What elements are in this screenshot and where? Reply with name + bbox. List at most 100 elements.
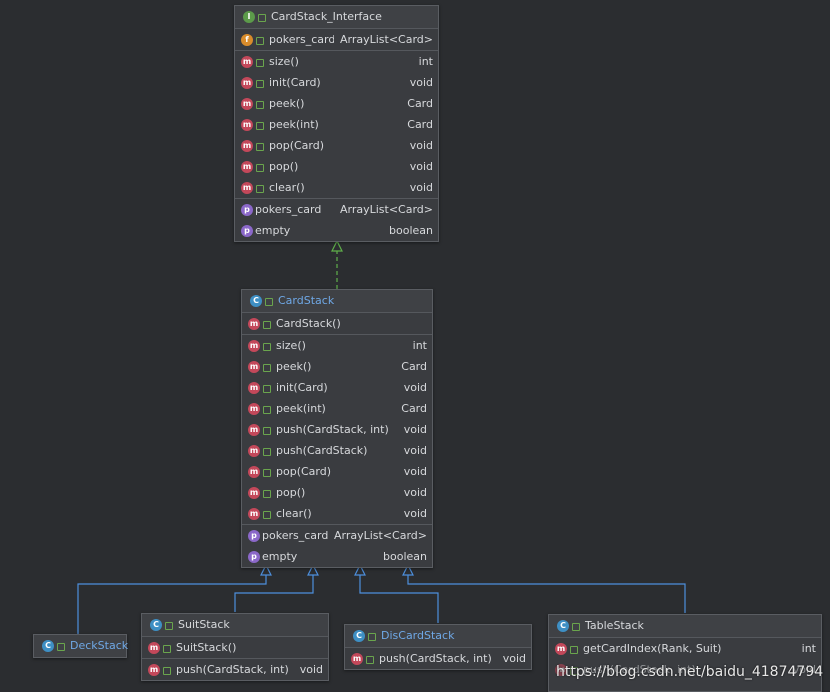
public-visibility-icon [256,100,264,109]
class-icon: C [557,620,569,632]
method-row[interactable]: m push(CardStack, int) void [142,659,328,680]
field-row[interactable]: f pokers_card ArrayList<Card> [235,29,438,50]
inheritance-arrow-suitstack [234,563,319,612]
method-icon: m [241,181,253,194]
method-return-type: void [299,663,323,676]
method-icon: m [248,507,260,520]
interface-icon: I [243,11,255,23]
methods-section: m push(CardStack, int) void [142,659,328,680]
class-name: CardStack_Interface [271,10,382,23]
method-name: size() [269,55,299,68]
method-row[interactable]: m push(CardStack, int) void [242,419,432,440]
class-icon: C [250,295,262,307]
property-row[interactable]: p empty boolean [235,220,438,241]
method-row[interactable]: m peek(int) Card [235,114,438,135]
public-visibility-icon [163,666,171,675]
property-row[interactable]: p pokers_card ArrayList<Card> [242,525,432,546]
class-box-suitstack[interactable]: C SuitStack m SuitStack() m push(CardStack… [141,613,329,681]
method-row[interactable]: m push(CardStack, int) void [345,648,531,669]
method-row[interactable]: m init(Card) void [242,377,432,398]
class-icon: C [42,640,54,652]
method-return-type: Card [401,360,427,373]
property-icon: p [241,224,253,237]
properties-section: p pokers_card ArrayList<Card> p empty boolea… [235,199,438,241]
method-icon: m [241,139,253,152]
method-name: peek(int) [269,118,319,131]
method-row[interactable]: m peek(int) Card [242,398,432,419]
inheritance-arrow-tablestack [402,563,686,613]
method-row[interactable]: m pop() void [242,482,432,503]
method-row[interactable]: m size() int [235,51,438,72]
method-return-type: void [502,652,526,665]
method-row[interactable]: m size() int [242,335,432,356]
public-visibility-icon [263,384,271,393]
method-icon: m [248,317,260,330]
inheritance-arrow-discardstack [354,563,439,623]
class-box-discardstack[interactable]: C DisCardStack m push(CardStack, int) void [344,624,532,670]
constructor-row[interactable]: m SuitStack() [142,637,328,658]
class-name: DeckStack [70,639,129,652]
class-header: C TableStack [549,615,821,638]
method-return-type: void [409,160,433,173]
public-visibility-icon [256,58,264,67]
field-type: ArrayList<Card> [339,33,433,46]
method-icon: m [248,444,260,457]
class-header: C CardStack [242,290,432,313]
method-icon: m [248,465,260,478]
method-return-type: void [403,444,427,457]
properties-section: p pokers_card ArrayList<Card> p empty boolea… [242,525,432,567]
class-box-cardstack[interactable]: C CardStack m CardStack() m size() int m pee… [241,289,433,568]
method-row[interactable]: m push(CardStack) void [242,440,432,461]
method-row[interactable]: m init(Card) void [235,72,438,93]
public-visibility-icon [256,184,264,193]
method-row[interactable]: m clear() void [242,503,432,524]
methods-section: m size() int m peek() Card m init(Card) void m… [242,335,432,525]
public-visibility-icon [572,623,580,631]
class-header: C DeckStack [34,635,129,657]
public-visibility-icon [570,645,578,654]
methods-section: m push(CardStack, int) void [345,648,531,669]
method-icon: m [241,55,253,68]
method-row[interactable]: m peek() Card [242,356,432,377]
method-name: pop(Card) [269,139,325,152]
method-row[interactable]: m getCardIndex(Rank, Suit) int [549,638,821,659]
class-box-tablestack[interactable]: C TableStack m getCardIndex(Rank, Suit) in… [548,614,822,692]
method-return-type: Card [401,402,427,415]
method-icon: m [241,160,253,173]
method-name: push(CardStack) [276,444,368,457]
method-icon: m [555,642,567,655]
public-visibility-icon [263,510,271,519]
method-row[interactable]: m pop(Card) void [242,461,432,482]
method-icon: m [248,423,260,436]
property-row[interactable]: p pokers_card ArrayList<Card> [235,199,438,220]
class-name: DisCardStack [381,629,455,642]
public-visibility-icon [263,468,271,477]
public-visibility-icon [263,426,271,435]
method-row[interactable]: m pop(Card) void [235,135,438,156]
method-row[interactable]: m pop() void [235,156,438,177]
method-name: getCardIndex(Rank, Suit) [583,642,722,655]
method-icon: m [248,339,260,352]
method-icon: m [241,118,253,131]
method-return-type: void [403,507,427,520]
class-box-deckstack[interactable]: C DeckStack [33,634,129,658]
property-row[interactable]: p empty boolean [242,546,432,567]
method-return-type: void [403,423,427,436]
method-icon: m [148,641,160,654]
method-row[interactable]: m clear() void [235,177,438,198]
public-visibility-icon [263,447,271,456]
public-visibility-icon [256,163,264,172]
method-return-type: void [403,381,427,394]
field-icon: f [241,33,253,46]
method-return-type: Card [407,118,433,131]
class-box-cardstack-interface[interactable]: I CardStack_Interface f pokers_card Arra… [234,5,439,242]
method-row[interactable]: m peek() Card [235,93,438,114]
method-icon: m [351,652,363,665]
property-type: boolean [383,550,427,563]
class-icon: C [150,619,162,631]
property-type: ArrayList<Card> [339,203,433,216]
method-icon: m [148,663,160,676]
constructor-row[interactable]: m CardStack() [242,313,432,334]
property-icon: p [241,203,253,216]
methods-section: m size() int m init(Card) void m peek() Card m… [235,51,438,199]
